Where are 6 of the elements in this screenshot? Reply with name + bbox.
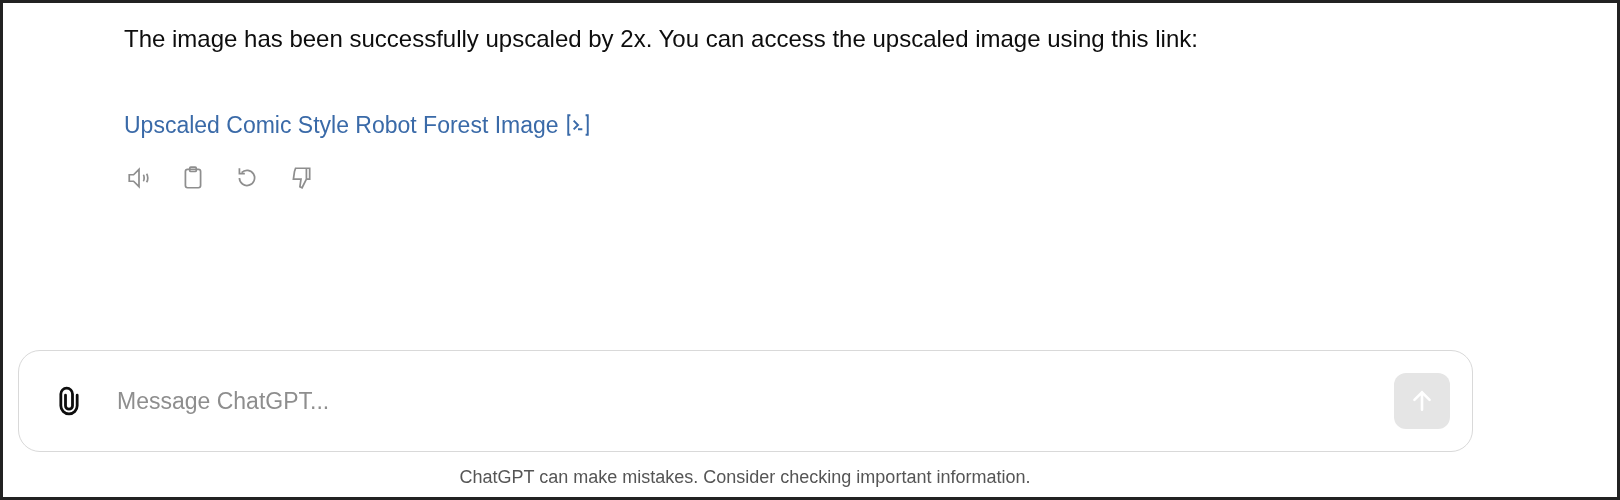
- message-link[interactable]: Upscaled Comic Style Robot Forest Image: [124, 108, 559, 143]
- message-input[interactable]: Message ChatGPT...: [117, 383, 1394, 419]
- disclaimer-text: ChatGPT can make mistakes. Consider checking important information.: [459, 466, 1031, 489]
- message-text: The image has been successfully upscaled by 2x. You can access the upscaled image using this link:: [124, 24, 1199, 54]
- terminal-icon: [564, 112, 591, 139]
- message-field[interactable]: Message ChatGPT...: [18, 350, 1473, 452]
